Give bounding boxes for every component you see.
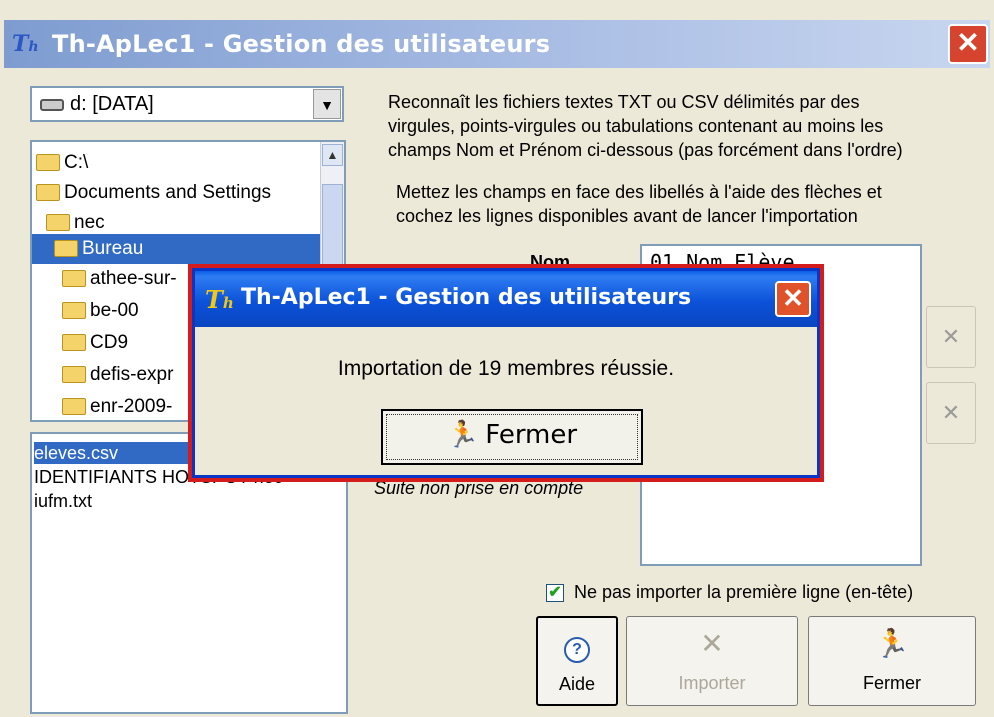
- tree-item[interactable]: enr-2009-: [62, 392, 172, 420]
- tree-item[interactable]: CD9: [62, 328, 128, 358]
- remove-field-button-2[interactable]: ✕: [926, 382, 976, 444]
- dialog-close-button[interactable]: 🏃 Fermer: [381, 409, 643, 465]
- folder-icon: [62, 334, 86, 352]
- tree-item[interactable]: Documents and Settings: [36, 178, 271, 208]
- title-bar: Th Th-ApLec1 - Gestion des utilisateurs …: [4, 20, 990, 68]
- app-icon: Th: [12, 31, 39, 57]
- window-title: Th-ApLec1 - Gestion des utilisateurs: [52, 30, 551, 58]
- drive-label: d: [DATA]: [70, 93, 154, 115]
- runner-icon: 🏃: [874, 628, 910, 659]
- drive-select[interactable]: d: [DATA] ▼: [30, 86, 344, 122]
- dialog-message: Importation de 19 membres réussie.: [337, 357, 675, 380]
- runner-icon: 🏃: [446, 420, 480, 450]
- tree-item[interactable]: be-00: [62, 296, 139, 326]
- help-icon: ?: [564, 637, 590, 663]
- info-text-2: Mettez les champs en face des libellés à…: [396, 182, 882, 226]
- tree-item[interactable]: defis-expr: [62, 360, 173, 390]
- dialog-title: Th-ApLec1 - Gestion des utilisateurs: [241, 285, 692, 310]
- import-button[interactable]: ✕ Importer: [626, 616, 798, 706]
- dialog-title-bar: Th Th-ApLec1 - Gestion des utilisateurs …: [195, 271, 817, 327]
- folder-open-icon: [36, 154, 60, 172]
- folder-icon: [62, 302, 86, 320]
- main-window: Th Th-ApLec1 - Gestion des utilisateurs …: [0, 0, 994, 717]
- skip-header-checkbox-row[interactable]: ✔ Ne pas importer la première ligne (en-t…: [546, 580, 913, 604]
- app-icon: Th: [205, 285, 234, 314]
- scroll-thumb[interactable]: [322, 184, 343, 274]
- file-item[interactable]: iufm.txt: [34, 490, 92, 512]
- help-button[interactable]: ? Aide: [536, 616, 618, 706]
- info-text-1: Reconnaît les fichiers textes TXT ou CSV…: [388, 92, 903, 160]
- scroll-up-icon[interactable]: ▲: [322, 144, 343, 166]
- tree-item-selected[interactable]: Bureau: [32, 234, 322, 264]
- close-icon[interactable]: ✕: [948, 24, 988, 64]
- folder-open-icon: [46, 214, 70, 232]
- skip-header-checkbox[interactable]: ✔: [546, 584, 564, 603]
- folder-open-icon: [54, 240, 78, 258]
- tree-item[interactable]: athee-sur-: [62, 264, 177, 294]
- folder-icon: [62, 270, 86, 288]
- drive-icon: [40, 98, 64, 111]
- remove-field-button[interactable]: ✕: [926, 306, 976, 368]
- folder-icon: [62, 366, 86, 384]
- success-dialog: Th Th-ApLec1 - Gestion des utilisateurs …: [192, 268, 820, 478]
- tree-item[interactable]: C:\: [36, 148, 88, 178]
- close-button[interactable]: 🏃 Fermer: [808, 616, 976, 706]
- skip-header-label: Ne pas importer la première ligne (en-tê…: [574, 582, 914, 602]
- import-icon: ✕: [700, 628, 724, 659]
- close-icon[interactable]: ✕: [775, 281, 811, 317]
- chevron-down-icon[interactable]: ▼: [313, 89, 341, 119]
- folder-open-icon: [36, 184, 60, 202]
- folder-icon: [62, 398, 86, 416]
